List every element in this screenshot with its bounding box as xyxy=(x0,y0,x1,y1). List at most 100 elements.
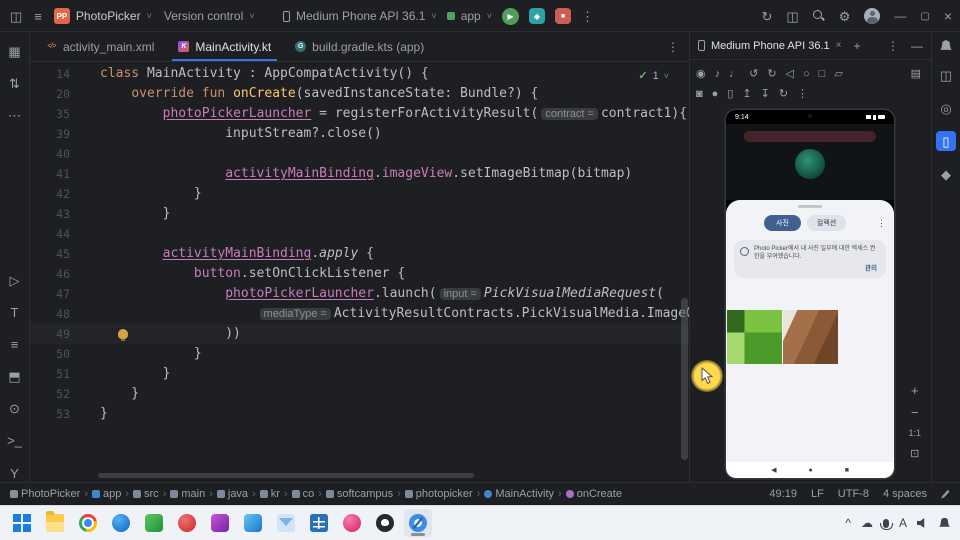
edit-mode-icon[interactable] xyxy=(941,490,950,499)
code-line[interactable]: 52 } xyxy=(30,384,689,404)
rotate-left-icon[interactable]: ↺ xyxy=(749,69,758,80)
fold-icon[interactable]: ▱ xyxy=(834,69,842,80)
screenshot-icon[interactable]: ◙ xyxy=(696,89,703,100)
hide-panel-icon[interactable]: — xyxy=(911,39,923,53)
photo-thumbnail-wood[interactable] xyxy=(783,310,838,364)
run-config-selector[interactable]: app ˅ xyxy=(447,9,492,23)
nav-home-icon[interactable]: ● xyxy=(808,467,812,474)
screen-record-icon[interactable]: ● xyxy=(712,89,719,100)
breadcrumb-item[interactable]: main xyxy=(170,488,205,500)
zoom-out-button[interactable]: − xyxy=(911,406,919,419)
sync-icon[interactable]: ↻ xyxy=(762,10,773,23)
push-file-icon[interactable]: ↥ xyxy=(742,89,751,100)
settings-gear-icon[interactable]: ⚙ xyxy=(839,10,851,23)
code-line[interactable]: 20 override fun onCreate(savedInstanceSt… xyxy=(30,84,689,104)
home-icon[interactable]: ○ xyxy=(803,69,810,80)
restart-icon[interactable]: ↻ xyxy=(779,89,788,100)
manage-link[interactable]: 관리 xyxy=(865,265,877,274)
code-line[interactable]: 50 } xyxy=(30,344,689,364)
file-explorer[interactable] xyxy=(41,509,69,537)
emulator-screen[interactable]: 9:14 사진 컬렉션 xyxy=(726,110,894,478)
problems-tool-icon[interactable]: ⊙ xyxy=(5,400,25,418)
volume-down-icon[interactable]: ♩ xyxy=(729,69,740,80)
file-encoding[interactable]: UTF-8 xyxy=(838,488,869,500)
terminal-tool-icon[interactable]: >_ xyxy=(5,432,25,450)
breadcrumb-item[interactable]: src xyxy=(133,488,159,500)
android-studio[interactable] xyxy=(404,509,432,537)
breadcrumb-item[interactable]: PhotoPicker xyxy=(10,488,80,500)
device-tab-label[interactable]: Medium Phone API 36.1 xyxy=(711,40,830,52)
start-button[interactable] xyxy=(8,509,36,537)
editor-tab-build-gradle-kts-app-[interactable]: build.gradle.kts (app) xyxy=(283,32,436,61)
indent-setting[interactable]: 4 spaces xyxy=(883,488,927,500)
code-line[interactable]: 47 photoPickerLauncher.launch(input =Pic… xyxy=(30,284,689,304)
workspace-icon[interactable]: ◫ xyxy=(10,10,22,23)
rotate-device-icon[interactable]: ▯ xyxy=(727,89,733,100)
rotate-right-icon[interactable]: ↻ xyxy=(767,69,776,80)
run-tool-icon[interactable]: ▷ xyxy=(5,272,25,290)
breadcrumb-item[interactable]: onCreate xyxy=(566,488,622,500)
minimize-button[interactable]: — xyxy=(894,9,906,23)
line-separator[interactable]: LF xyxy=(811,488,824,500)
project-widget[interactable]: PP PhotoPicker ˅ xyxy=(54,8,152,24)
onedrive-cloud-icon[interactable]: ☁ xyxy=(861,516,873,530)
vertical-scrollbar[interactable] xyxy=(681,298,688,460)
editor-tab-activity-main-xml[interactable]: activity_main.xml xyxy=(34,32,166,61)
device-manager-icon[interactable]: ◫ xyxy=(786,10,798,23)
horizontal-scrollbar[interactable] xyxy=(98,473,474,478)
code-editor[interactable]: 14class MainActivity : AppCompatActivity… xyxy=(30,62,689,482)
code-line[interactable]: 45 activityMainBinding.apply { xyxy=(30,244,689,264)
code-line[interactable]: 51 } xyxy=(30,364,689,384)
code-line[interactable]: 43 } xyxy=(30,204,689,224)
code-line[interactable]: 35 photoPickerLauncher = registerForActi… xyxy=(30,104,689,124)
code-line[interactable]: 40 xyxy=(30,144,689,164)
code-line[interactable]: 42 } xyxy=(30,184,689,204)
commit-tool-icon[interactable]: ⇅ xyxy=(5,74,25,92)
notifications-bell-icon[interactable] xyxy=(940,40,952,52)
device-selector[interactable]: Medium Phone API 36.1 ˅ xyxy=(283,9,437,23)
nav-back-icon[interactable]: ◀ xyxy=(771,466,776,474)
more-icon[interactable]: ⋮ xyxy=(797,89,808,100)
more-actions-icon[interactable]: ⋮ xyxy=(581,10,594,23)
add-device-button[interactable]: + xyxy=(853,39,860,53)
more-tool-windows-icon[interactable]: ⋯ xyxy=(5,106,25,124)
code-line[interactable]: 53} xyxy=(30,404,689,424)
running-devices-icon[interactable]: ▯ xyxy=(936,131,956,151)
breadcrumb-item[interactable]: softcampus xyxy=(326,488,393,500)
code-line[interactable]: 49 )) xyxy=(30,324,689,344)
microphone-icon[interactable] xyxy=(883,519,889,528)
pull-file-icon[interactable]: ↧ xyxy=(761,89,770,100)
close-button[interactable]: × xyxy=(944,8,952,24)
code-line[interactable]: 44 xyxy=(30,224,689,244)
back-icon[interactable]: ◁ xyxy=(786,69,794,80)
nav-recents-icon[interactable]: ■ xyxy=(845,467,849,474)
panel-options-kebab-icon[interactable]: ⋮ xyxy=(887,39,899,53)
breadcrumb-item[interactable]: kr xyxy=(260,488,280,500)
app-skyblue[interactable] xyxy=(239,509,267,537)
gemini-tool-icon[interactable]: ◆ xyxy=(936,164,956,184)
volume-up-icon[interactable]: ♪ xyxy=(715,69,721,80)
search-everywhere-icon[interactable] xyxy=(813,10,825,22)
picker-menu-kebab-icon[interactable]: ⋮ xyxy=(877,218,886,229)
breadcrumb-item[interactable]: app xyxy=(92,488,121,500)
inspection-widget[interactable]: ✓ 1 ˅ xyxy=(638,66,669,86)
notifications-icon[interactable] xyxy=(939,518,950,529)
breadcrumb-item[interactable]: java xyxy=(217,488,248,500)
breadcrumb-item[interactable]: photopicker xyxy=(405,488,473,500)
hardware-input-icon[interactable]: ▤ xyxy=(911,69,921,80)
tray-chevron-icon[interactable]: ^ xyxy=(845,516,851,530)
app-red[interactable] xyxy=(173,509,201,537)
fit-screen-icon[interactable]: ⊡ xyxy=(910,447,919,460)
mail-app[interactable] xyxy=(272,509,300,537)
project-tool-icon[interactable]: ▦ xyxy=(5,42,25,60)
device-manager-icon[interactable]: ◎ xyxy=(936,98,956,118)
todo-tool-icon[interactable]: T xyxy=(5,304,25,322)
code-line[interactable]: 48 mediaType =ActivityResultContracts.Pi… xyxy=(30,304,689,324)
editor-tab-mainactivity-kt[interactable]: MainActivity.kt xyxy=(166,32,283,61)
maximize-button[interactable]: ▢ xyxy=(920,11,929,22)
breadcrumb-item[interactable]: MainActivity xyxy=(484,488,554,500)
code-line[interactable]: 41 activityMainBinding.imageView.setImag… xyxy=(30,164,689,184)
structure-tool-icon[interactable]: ≡ xyxy=(5,336,25,354)
tab-options-kebab-icon[interactable]: ⋮ xyxy=(667,40,679,54)
vcs-widget[interactable]: Version control ˅ xyxy=(164,9,255,23)
